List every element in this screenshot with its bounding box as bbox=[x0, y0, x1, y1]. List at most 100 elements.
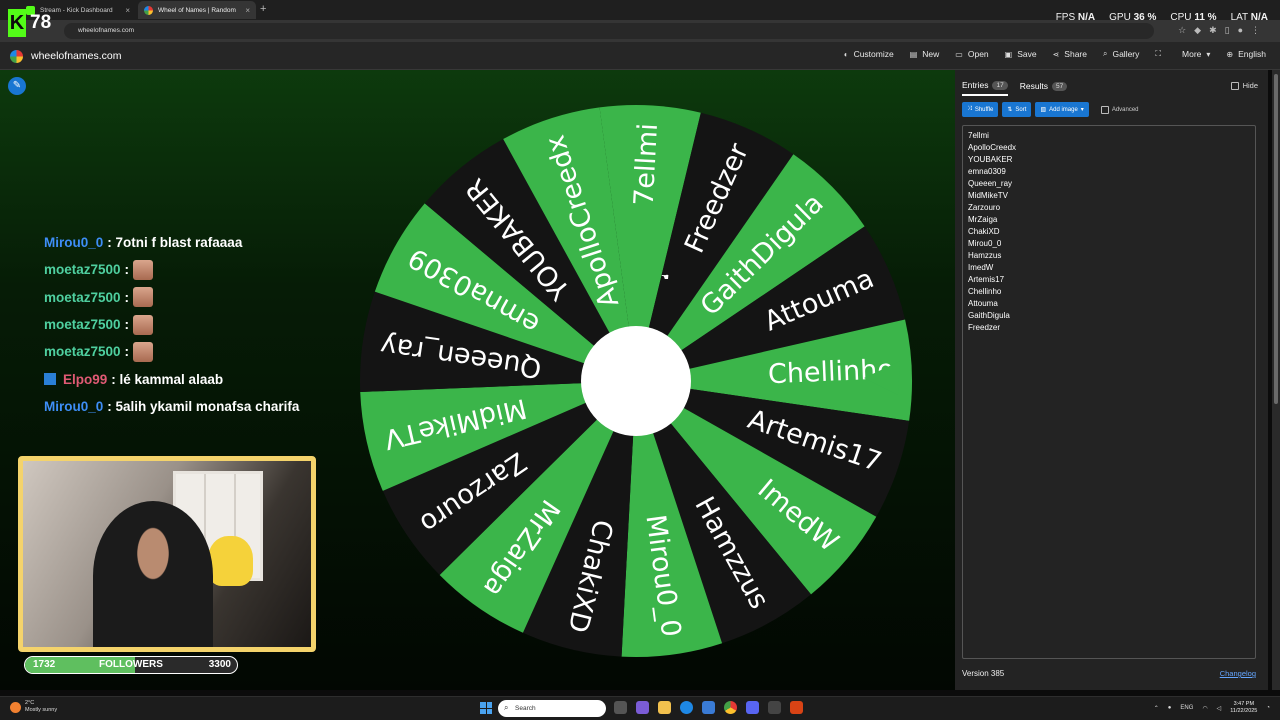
weather-temp: 2°C bbox=[25, 700, 35, 706]
clock[interactable]: 3:47 PM 11/22/2025 bbox=[1230, 701, 1257, 715]
nav-share-button[interactable]: ⋖ Share bbox=[1053, 49, 1087, 59]
palette-icon: ◐ bbox=[843, 49, 849, 59]
chat-text: : lé kammal alaab bbox=[111, 371, 224, 387]
chat-message: moetaz7500: bbox=[44, 256, 344, 283]
perf-stat-label: GPU bbox=[1109, 12, 1131, 23]
close-tab-icon[interactable]: × bbox=[125, 6, 130, 15]
file-explorer-icon[interactable] bbox=[658, 701, 671, 714]
nav-customize-button[interactable]: ◐ Customize bbox=[844, 49, 894, 59]
nav-label: Share bbox=[1064, 49, 1087, 59]
site-header: wheelofnames.com ◐ Customize ▤ New ▭ Open ▣ Sav… bbox=[0, 42, 1280, 70]
menu-dots-icon[interactable]: ⋮ bbox=[1251, 25, 1260, 36]
wheel-svg[interactable]: 7ellmi FreedzerGaithDigulaAttoumaChellinh… bbox=[358, 103, 914, 659]
nav-fullscreen-button[interactable]: ⛶ bbox=[1155, 49, 1166, 59]
tab-entries[interactable]: Entries 17 bbox=[962, 80, 1008, 96]
version-label: Version 385 bbox=[962, 669, 1005, 678]
chevron-up-icon[interactable]: ⌃ bbox=[1154, 705, 1159, 712]
advanced-checkbox[interactable]: Advanced bbox=[1100, 105, 1139, 114]
brave-icon[interactable] bbox=[790, 701, 803, 714]
wheel-segment-label: Chellinho bbox=[767, 354, 894, 390]
tool-label: Shuffle bbox=[974, 106, 994, 113]
webcam-feed bbox=[18, 456, 316, 652]
entry-line: emna0309 bbox=[968, 167, 1006, 176]
hide-checkbox[interactable]: Hide bbox=[1230, 81, 1258, 90]
wheel-center-hub[interactable] bbox=[581, 326, 691, 436]
perf-stat: CPU 11 % bbox=[1170, 12, 1216, 23]
profile-avatar[interactable]: ● bbox=[1238, 25, 1243, 36]
mouse-cursor-icon: ☚ bbox=[661, 272, 670, 282]
app-icon[interactable] bbox=[636, 701, 649, 714]
wheel[interactable]: 7ellmi Freedzer GaithDigula Attouma Chellinh… bbox=[358, 103, 914, 659]
nav-open-button[interactable]: ▭ Open bbox=[955, 49, 988, 59]
nav-label: Gallery bbox=[1112, 49, 1140, 59]
nav-more-button[interactable]: More ▾ bbox=[1182, 49, 1210, 59]
chat-text: : bbox=[124, 262, 130, 278]
nav-new-button[interactable]: ▤ New bbox=[910, 49, 940, 59]
taskbar-apps bbox=[614, 701, 803, 714]
search-placeholder: Search bbox=[515, 705, 536, 712]
notification-bell-icon[interactable]: ◔ bbox=[1266, 705, 1270, 711]
entry-line: ImedW bbox=[968, 263, 994, 272]
windows-taskbar: 2°C Mostly sunny ⌕ Search ⌃ ● ENG ◠ ◁ 3:… bbox=[0, 696, 1280, 720]
url-field[interactable]: wheelofnames.com bbox=[64, 23, 1154, 39]
task-view-icon[interactable] bbox=[614, 701, 627, 714]
perf-stat: GPU 36 % bbox=[1109, 12, 1156, 23]
perf-stats: FPS N/A GPU 36 % CPU 11 % LAT N/A bbox=[1056, 12, 1268, 23]
tool-label: Sort bbox=[1015, 106, 1027, 113]
chat-text: : bbox=[124, 289, 130, 305]
checkbox-icon[interactable] bbox=[1100, 105, 1109, 114]
add-image-button[interactable]: ▧ Add image ▾ bbox=[1035, 102, 1089, 117]
chat-message: Elpo99: lé kammal alaab bbox=[44, 365, 344, 392]
clock-date: 11/22/2025 bbox=[1230, 708, 1258, 714]
chrome-icon[interactable] bbox=[724, 701, 737, 714]
shuffle-button[interactable]: ⤨ Shuffle bbox=[962, 102, 999, 117]
entry-line: YOUBAKER bbox=[968, 155, 1013, 164]
browser-tab-wheel[interactable]: Wheel of Names | Random × bbox=[138, 1, 256, 19]
perf-stat-value: N/A bbox=[1250, 12, 1268, 23]
wifi-icon[interactable]: ◠ bbox=[1202, 705, 1207, 712]
new-tab-button[interactable]: + bbox=[260, 3, 266, 15]
entries-textarea[interactable]: 7ellmi ApolloCreedx YOUBAKER emna0309 Queeen… bbox=[962, 125, 1256, 659]
scrollbar-thumb[interactable] bbox=[1274, 74, 1278, 404]
wheel-logo-icon bbox=[10, 50, 23, 63]
globe-icon: ⊕ bbox=[1226, 49, 1234, 59]
edit-pencil-icon[interactable]: ✎ bbox=[8, 77, 26, 95]
weather-widget[interactable]: 2°C Mostly sunny bbox=[10, 700, 57, 714]
nav-label: New bbox=[922, 49, 940, 59]
perf-stat: FPS N/A bbox=[1056, 12, 1095, 23]
sort-button[interactable]: ⇅ Sort bbox=[1002, 102, 1032, 117]
taskbar-search[interactable]: ⌕ Search bbox=[498, 700, 606, 717]
chat-username: moetaz7500 bbox=[44, 262, 121, 278]
follower-label: FOLLOWERS bbox=[99, 659, 163, 670]
page-scrollbar[interactable] bbox=[1272, 70, 1280, 690]
obs-icon[interactable] bbox=[768, 701, 781, 714]
extension-icon[interactable]: ◆ bbox=[1194, 25, 1201, 36]
speaker-icon[interactable]: ◁ bbox=[1217, 705, 1222, 712]
lang-indicator[interactable]: ENG bbox=[1180, 705, 1193, 711]
search-icon: ⌕ bbox=[504, 703, 509, 712]
tray-app-icon[interactable]: ● bbox=[1168, 705, 1172, 711]
bookmark-star-icon[interactable]: ☆ bbox=[1178, 25, 1186, 36]
chat-username: moetaz7500 bbox=[44, 289, 121, 305]
tab-results[interactable]: Results 57 bbox=[1020, 80, 1068, 96]
close-tab-icon[interactable]: × bbox=[245, 6, 250, 15]
entry-line: Artemis17 bbox=[968, 275, 1005, 284]
chat-overlay: Mirou0_0: 7otni f blast rafaaaa moetaz750… bbox=[44, 229, 344, 420]
discord-icon[interactable] bbox=[746, 701, 759, 714]
nav-save-button[interactable]: ▣ Save bbox=[1005, 49, 1037, 59]
checkbox-icon[interactable] bbox=[1230, 81, 1239, 90]
system-tray: ⌃ ● ENG ◠ ◁ 3:47 PM 11/22/2025 ◔ bbox=[1154, 701, 1270, 715]
site-name[interactable]: wheelofnames.com bbox=[31, 50, 121, 62]
chat-message: moetaz7500: bbox=[44, 311, 344, 338]
entries-panel: Entries 17 Results 57 Hide ⤨ Shuffle ⇅ Sort… bbox=[955, 70, 1268, 690]
edge-icon[interactable] bbox=[680, 701, 693, 714]
nav-english-button[interactable]: ⊕ English bbox=[1226, 49, 1266, 59]
app-icon[interactable] bbox=[702, 701, 715, 714]
nav-gallery-button[interactable]: ⌕ Gallery bbox=[1103, 49, 1139, 59]
windows-start-icon[interactable] bbox=[480, 702, 492, 714]
sidebar-icon[interactable]: ▯ bbox=[1225, 25, 1230, 36]
chat-emote-icon bbox=[133, 259, 154, 280]
changelog-link[interactable]: Changelog bbox=[1220, 669, 1256, 678]
nav-label: Customize bbox=[853, 49, 894, 59]
puzzle-icon[interactable]: ✱ bbox=[1209, 25, 1217, 36]
